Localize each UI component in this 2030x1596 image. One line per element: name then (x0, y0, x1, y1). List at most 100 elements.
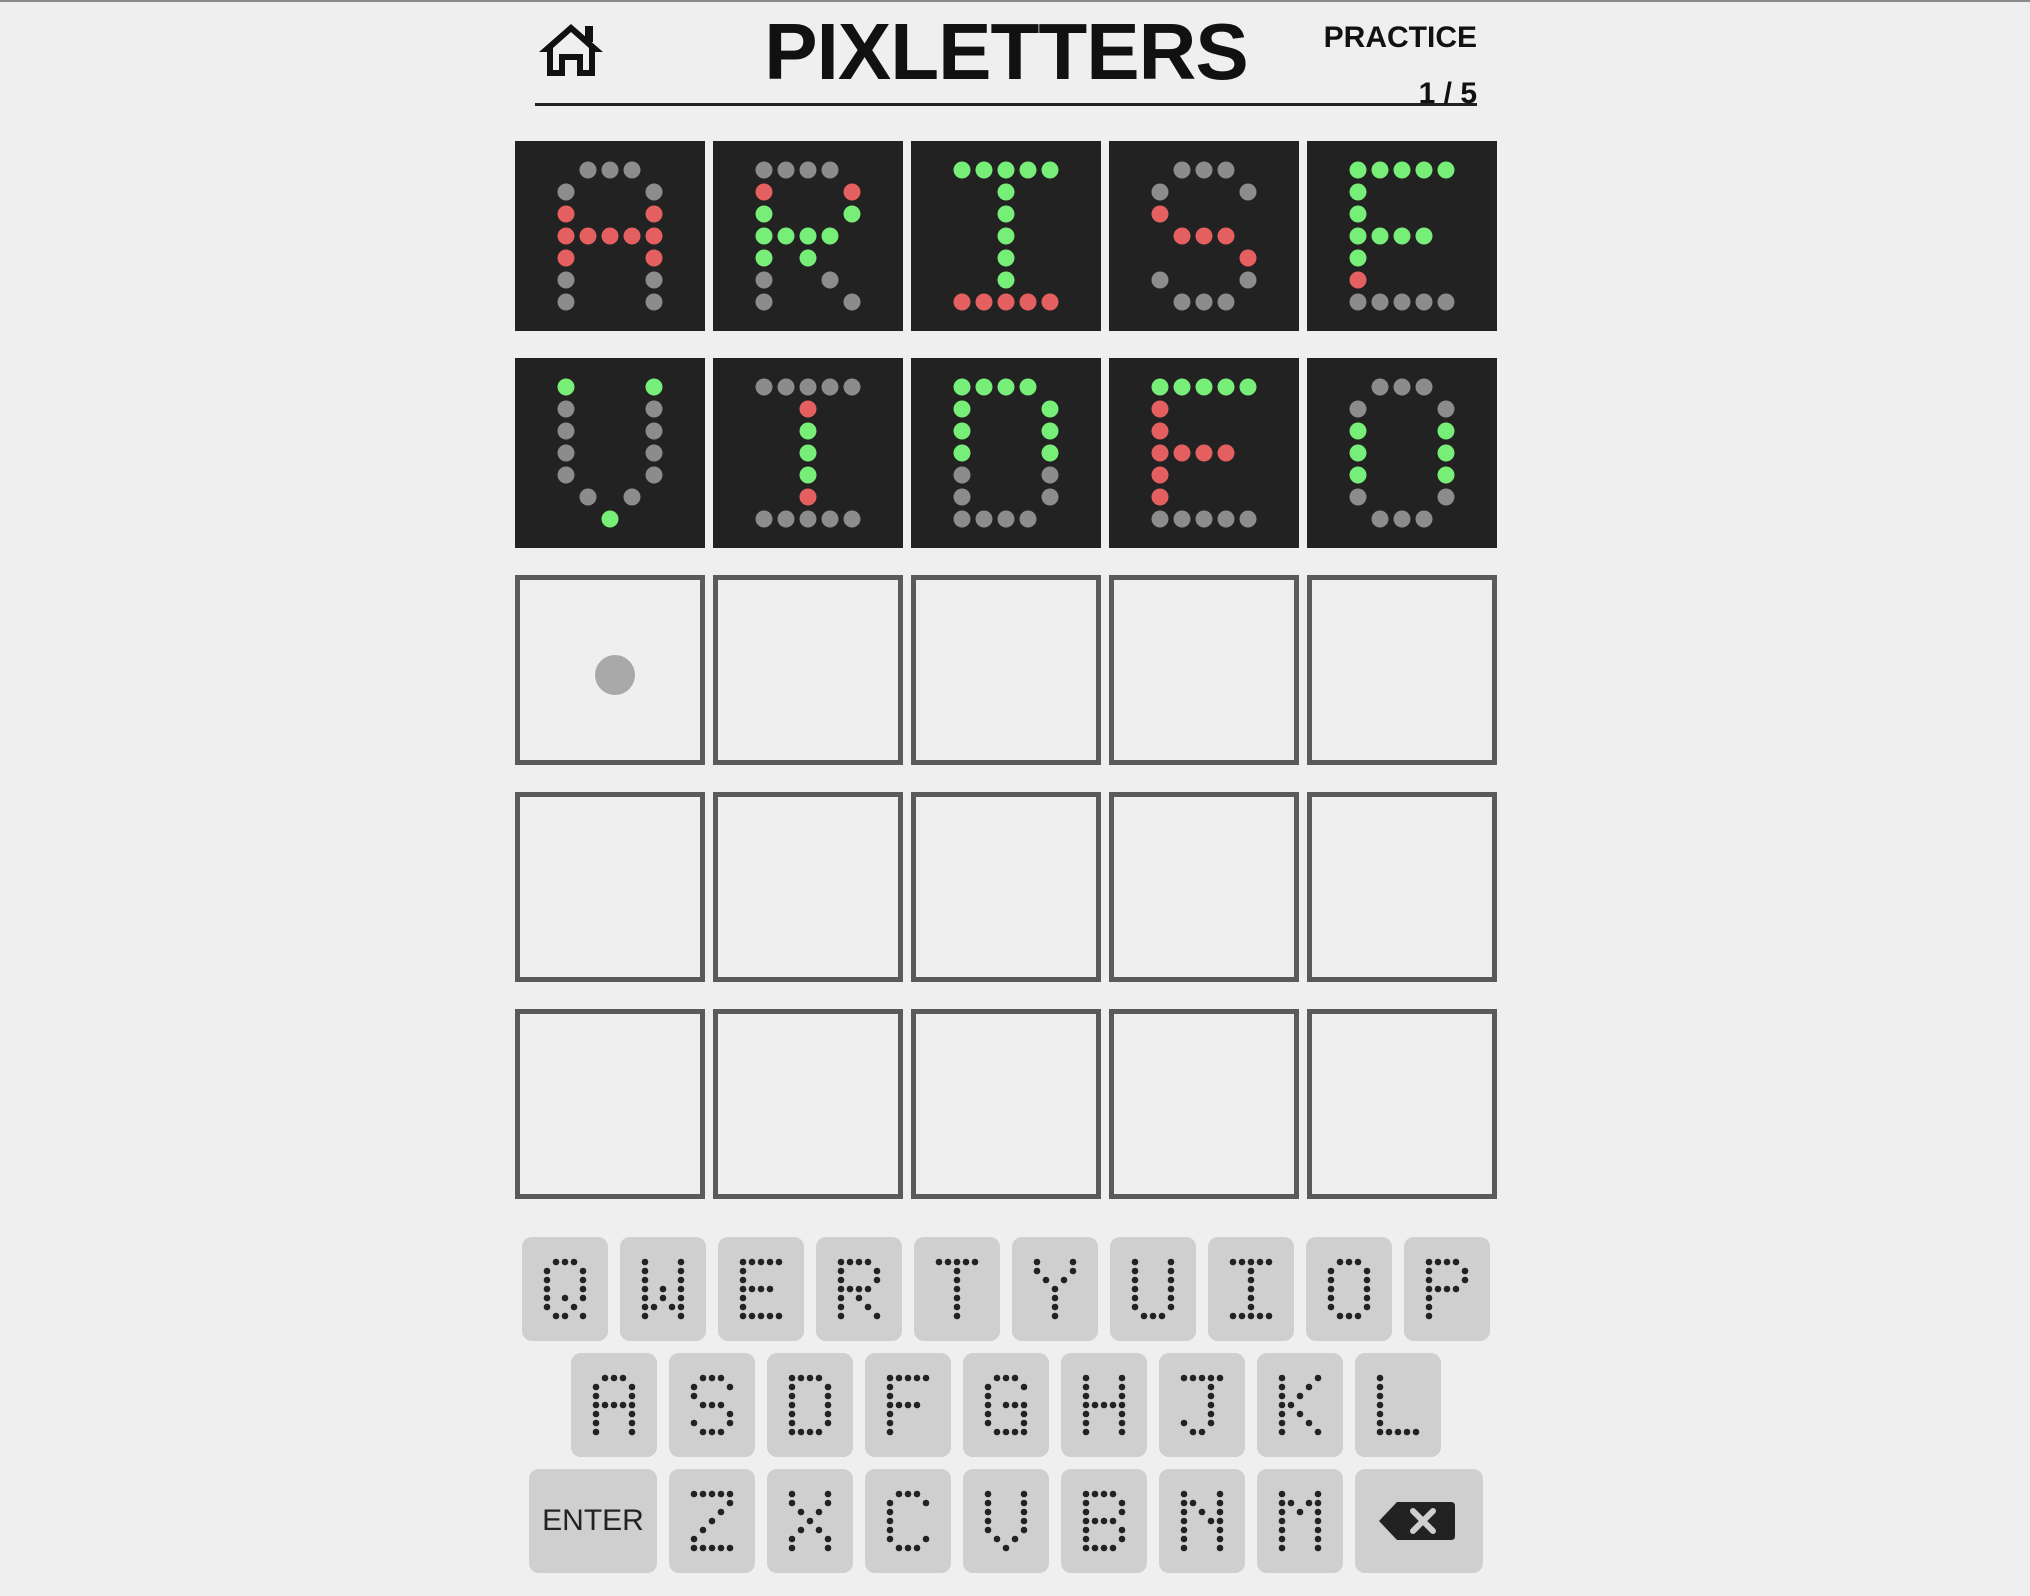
key-i[interactable] (1208, 1237, 1294, 1341)
key-d[interactable] (767, 1353, 853, 1457)
key-c[interactable] (865, 1469, 951, 1573)
pixel-dot (645, 227, 663, 245)
key-a[interactable] (571, 1353, 657, 1457)
enter-key[interactable]: ENTER (529, 1469, 657, 1573)
pixel-dot (799, 400, 817, 418)
pixel-dot (1195, 227, 1213, 245)
pixel-dot (797, 1508, 805, 1516)
pixel-dot (1100, 1517, 1108, 1525)
pixel-dot (557, 400, 575, 418)
key-q[interactable] (522, 1237, 608, 1341)
pixel-dot (873, 1276, 881, 1284)
pixel-dot (1082, 1383, 1090, 1391)
key-e[interactable] (718, 1237, 804, 1341)
pixel-dot (766, 1312, 774, 1320)
guess-row (515, 358, 1497, 548)
key-r[interactable] (816, 1237, 902, 1341)
pixel-dot (561, 1294, 569, 1302)
pixel-dot (659, 1285, 667, 1293)
pixel-dot (1091, 1517, 1099, 1525)
pixel-dot (641, 1258, 649, 1266)
key-l[interactable] (1355, 1353, 1441, 1457)
pixel-dot (1002, 1544, 1010, 1552)
pixel-dot (1216, 1499, 1224, 1507)
pixel-dot (777, 161, 795, 179)
key-p[interactable] (1404, 1237, 1490, 1341)
pixel-dot (873, 1267, 881, 1275)
pixel-dot (726, 1419, 734, 1427)
key-s[interactable] (669, 1353, 755, 1457)
pixel-dot (953, 1312, 961, 1320)
key-w[interactable] (620, 1237, 706, 1341)
pixel-dot (739, 1285, 747, 1293)
key-z[interactable] (669, 1469, 755, 1573)
pixel-dot (619, 1374, 627, 1382)
pixel-dot (1437, 161, 1455, 179)
pixel-dot (1239, 183, 1257, 201)
pixel-dot (1173, 444, 1191, 462)
pixel-dot (843, 183, 861, 201)
pixel-dot (717, 1490, 725, 1498)
keyboard-row (520, 1353, 1492, 1457)
key-x[interactable] (767, 1469, 853, 1573)
pixel-dot (953, 422, 971, 440)
pixel-dot (824, 1419, 832, 1427)
pixel-dot (1041, 488, 1059, 506)
pixel-dot (777, 510, 795, 528)
key-o[interactable] (1306, 1237, 1392, 1341)
key-v[interactable] (963, 1469, 1049, 1573)
pixel-dot (552, 1312, 560, 1320)
pixel-dot (592, 1410, 600, 1418)
key-n[interactable] (1159, 1469, 1245, 1573)
empty-tile (515, 575, 705, 765)
pixel-dot (975, 161, 993, 179)
pixel-dot (788, 1428, 796, 1436)
key-f[interactable] (865, 1353, 951, 1457)
key-b[interactable] (1061, 1469, 1147, 1573)
pixel-dot (1247, 1303, 1255, 1311)
pixel-dot (677, 1267, 685, 1275)
key-k[interactable] (1257, 1353, 1343, 1457)
letter-dots-k (1278, 1374, 1322, 1436)
pixel-dot (1278, 1419, 1286, 1427)
key-h[interactable] (1061, 1353, 1147, 1457)
pixel-dot (1033, 1267, 1041, 1275)
pixel-dot (971, 1258, 979, 1266)
pixel-dot (843, 293, 861, 311)
pixel-dot (1167, 1294, 1175, 1302)
key-m[interactable] (1257, 1469, 1343, 1573)
pixel-dot (1082, 1508, 1090, 1516)
pixel-dot (726, 1544, 734, 1552)
pixel-dot (1082, 1544, 1090, 1552)
pixel-dot (1118, 1428, 1126, 1436)
pixel-dot (975, 378, 993, 396)
backspace-key[interactable] (1355, 1469, 1483, 1573)
pixel-dot (1173, 510, 1191, 528)
key-y[interactable] (1012, 1237, 1098, 1341)
letter-dots-a (557, 161, 663, 311)
pixel-dot (788, 1392, 796, 1400)
key-u[interactable] (1110, 1237, 1196, 1341)
pixel-dot (628, 1383, 636, 1391)
pixel-dot (1216, 1535, 1224, 1543)
pixel-dot (601, 1401, 609, 1409)
pixel-dot (1415, 510, 1433, 528)
key-t[interactable] (914, 1237, 1000, 1341)
letter-dots-v (984, 1490, 1028, 1552)
key-g[interactable] (963, 1353, 1049, 1457)
pixel-dot (1082, 1392, 1090, 1400)
pixel-dot (886, 1499, 894, 1507)
pixel-dot (645, 444, 663, 462)
pixel-dot (1180, 1508, 1188, 1516)
pixel-dot (1363, 1303, 1371, 1311)
letter-dots-h (1082, 1374, 1126, 1436)
letter-dots-u (1131, 1258, 1175, 1320)
letter-dots-f (886, 1374, 930, 1436)
pixel-dot (1437, 422, 1455, 440)
pixel-dot (557, 183, 575, 201)
pixel-dot (1443, 1258, 1451, 1266)
pixel-dot (1131, 1294, 1139, 1302)
pixel-dot (1158, 1312, 1166, 1320)
key-j[interactable] (1159, 1353, 1245, 1457)
pixel-dot (717, 1428, 725, 1436)
